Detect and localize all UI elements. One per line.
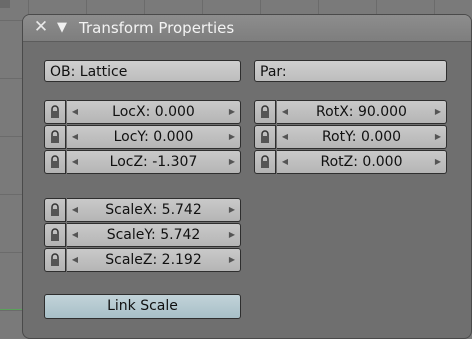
- decrement-arrow-icon[interactable]: ◀: [69, 224, 81, 246]
- lock-icon[interactable]: [44, 150, 66, 174]
- increment-arrow-icon[interactable]: ▶: [432, 151, 444, 173]
- lock-icon[interactable]: [44, 223, 66, 247]
- transform-properties-panel: ✕ ▼ Transform Properties OB: Lattice Par…: [22, 14, 472, 339]
- rot-x-field[interactable]: ◀ RotX: 90.000 ▶: [277, 100, 447, 124]
- rot-y-value: RotY: 0.000: [321, 129, 402, 145]
- loc-z-row: ◀ LocZ: -1.307 ▶: [44, 150, 241, 174]
- rot-x-row: ◀ RotX: 90.000 ▶: [254, 100, 447, 124]
- panel-title: Transform Properties: [79, 19, 235, 37]
- decrement-arrow-icon[interactable]: ◀: [69, 126, 81, 148]
- loc-z-field[interactable]: ◀ LocZ: -1.307 ▶: [67, 150, 241, 174]
- loc-y-row: ◀ LocY: 0.000 ▶: [44, 125, 241, 149]
- loc-x-field[interactable]: ◀ LocX: 0.000 ▶: [67, 100, 241, 124]
- lock-icon[interactable]: [44, 100, 66, 124]
- link-scale-button[interactable]: Link Scale: [44, 294, 241, 319]
- scale-y-value: ScaleY: 5.742: [106, 227, 201, 243]
- scale-z-field[interactable]: ◀ ScaleZ: 2.192 ▶: [67, 248, 241, 272]
- decrement-arrow-icon[interactable]: ◀: [69, 199, 81, 221]
- loc-x-value: LocX: 0.000: [112, 104, 195, 120]
- lock-icon[interactable]: [44, 248, 66, 272]
- lock-icon[interactable]: [254, 100, 276, 124]
- loc-y-field[interactable]: ◀ LocY: 0.000 ▶: [67, 125, 241, 149]
- scale-x-field[interactable]: ◀ ScaleX: 5.742 ▶: [67, 198, 241, 222]
- lock-icon[interactable]: [44, 198, 66, 222]
- rot-y-row: ◀ RotY: 0.000 ▶: [254, 125, 447, 149]
- lock-icon[interactable]: [44, 125, 66, 149]
- lock-icon[interactable]: [254, 125, 276, 149]
- increment-arrow-icon[interactable]: ▶: [226, 249, 238, 271]
- rot-z-value: RotZ: 0.000: [320, 154, 403, 170]
- loc-z-value: LocZ: -1.307: [109, 154, 198, 170]
- scale-y-row: ◀ ScaleY: 5.742 ▶: [44, 223, 241, 247]
- increment-arrow-icon[interactable]: ▶: [226, 151, 238, 173]
- scale-x-row: ◀ ScaleX: 5.742 ▶: [44, 198, 241, 222]
- loc-x-row: ◀ LocX: 0.000 ▶: [44, 100, 241, 124]
- increment-arrow-icon[interactable]: ▶: [226, 101, 238, 123]
- collapse-triangle-icon[interactable]: ▼: [55, 18, 69, 36]
- decrement-arrow-icon[interactable]: ◀: [279, 101, 291, 123]
- rot-z-row: ◀ RotZ: 0.000 ▶: [254, 150, 447, 174]
- object-name-field[interactable]: OB: Lattice: [44, 60, 241, 82]
- scale-z-value: ScaleZ: 2.192: [105, 252, 202, 268]
- rot-y-field[interactable]: ◀ RotY: 0.000 ▶: [277, 125, 447, 149]
- viewport-edge: [0, 0, 10, 8]
- parent-field[interactable]: Par:: [254, 60, 447, 82]
- scale-y-field[interactable]: ◀ ScaleY: 5.742 ▶: [67, 223, 241, 247]
- increment-arrow-icon[interactable]: ▶: [432, 126, 444, 148]
- decrement-arrow-icon[interactable]: ◀: [279, 126, 291, 148]
- loc-y-value: LocY: 0.000: [113, 129, 194, 145]
- scale-z-row: ◀ ScaleZ: 2.192 ▶: [44, 248, 241, 272]
- scale-x-value: ScaleX: 5.742: [105, 202, 202, 218]
- decrement-arrow-icon[interactable]: ◀: [69, 249, 81, 271]
- rot-z-field[interactable]: ◀ RotZ: 0.000 ▶: [277, 150, 447, 174]
- rot-x-value: RotX: 90.000: [316, 104, 407, 120]
- lock-icon[interactable]: [254, 150, 276, 174]
- decrement-arrow-icon[interactable]: ◀: [69, 151, 81, 173]
- increment-arrow-icon[interactable]: ▶: [226, 224, 238, 246]
- close-icon[interactable]: ✕: [33, 18, 49, 36]
- increment-arrow-icon[interactable]: ▶: [226, 126, 238, 148]
- decrement-arrow-icon[interactable]: ◀: [69, 101, 81, 123]
- decrement-arrow-icon[interactable]: ◀: [279, 151, 291, 173]
- panel-titlebar[interactable]: ✕ ▼ Transform Properties: [23, 15, 471, 42]
- increment-arrow-icon[interactable]: ▶: [432, 101, 444, 123]
- increment-arrow-icon[interactable]: ▶: [226, 199, 238, 221]
